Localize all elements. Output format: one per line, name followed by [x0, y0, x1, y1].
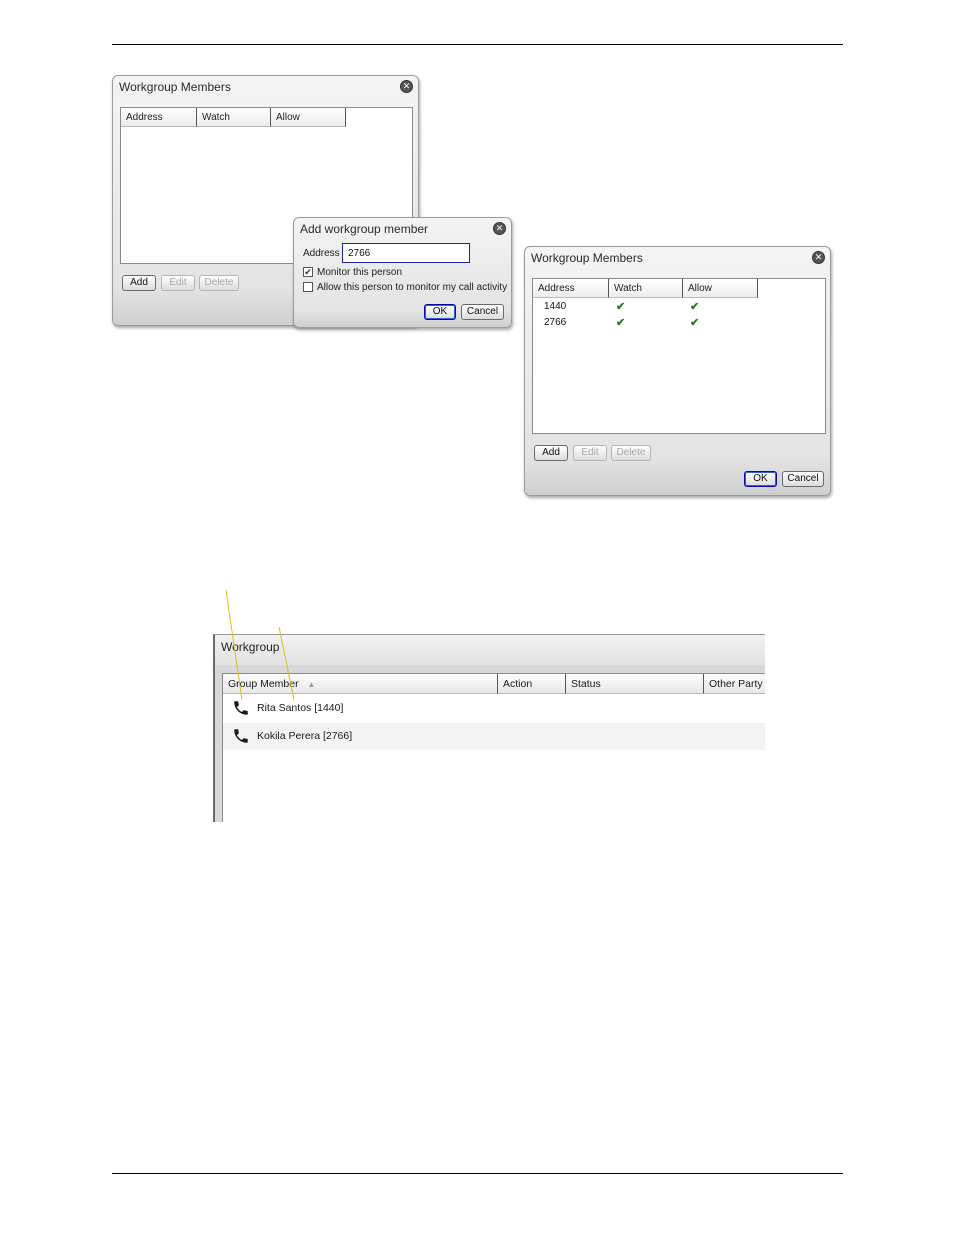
callout-line-phone-icon: [225, 589, 243, 701]
callout-line-member-name: [278, 626, 295, 701]
callout-lines: [225, 589, 295, 701]
